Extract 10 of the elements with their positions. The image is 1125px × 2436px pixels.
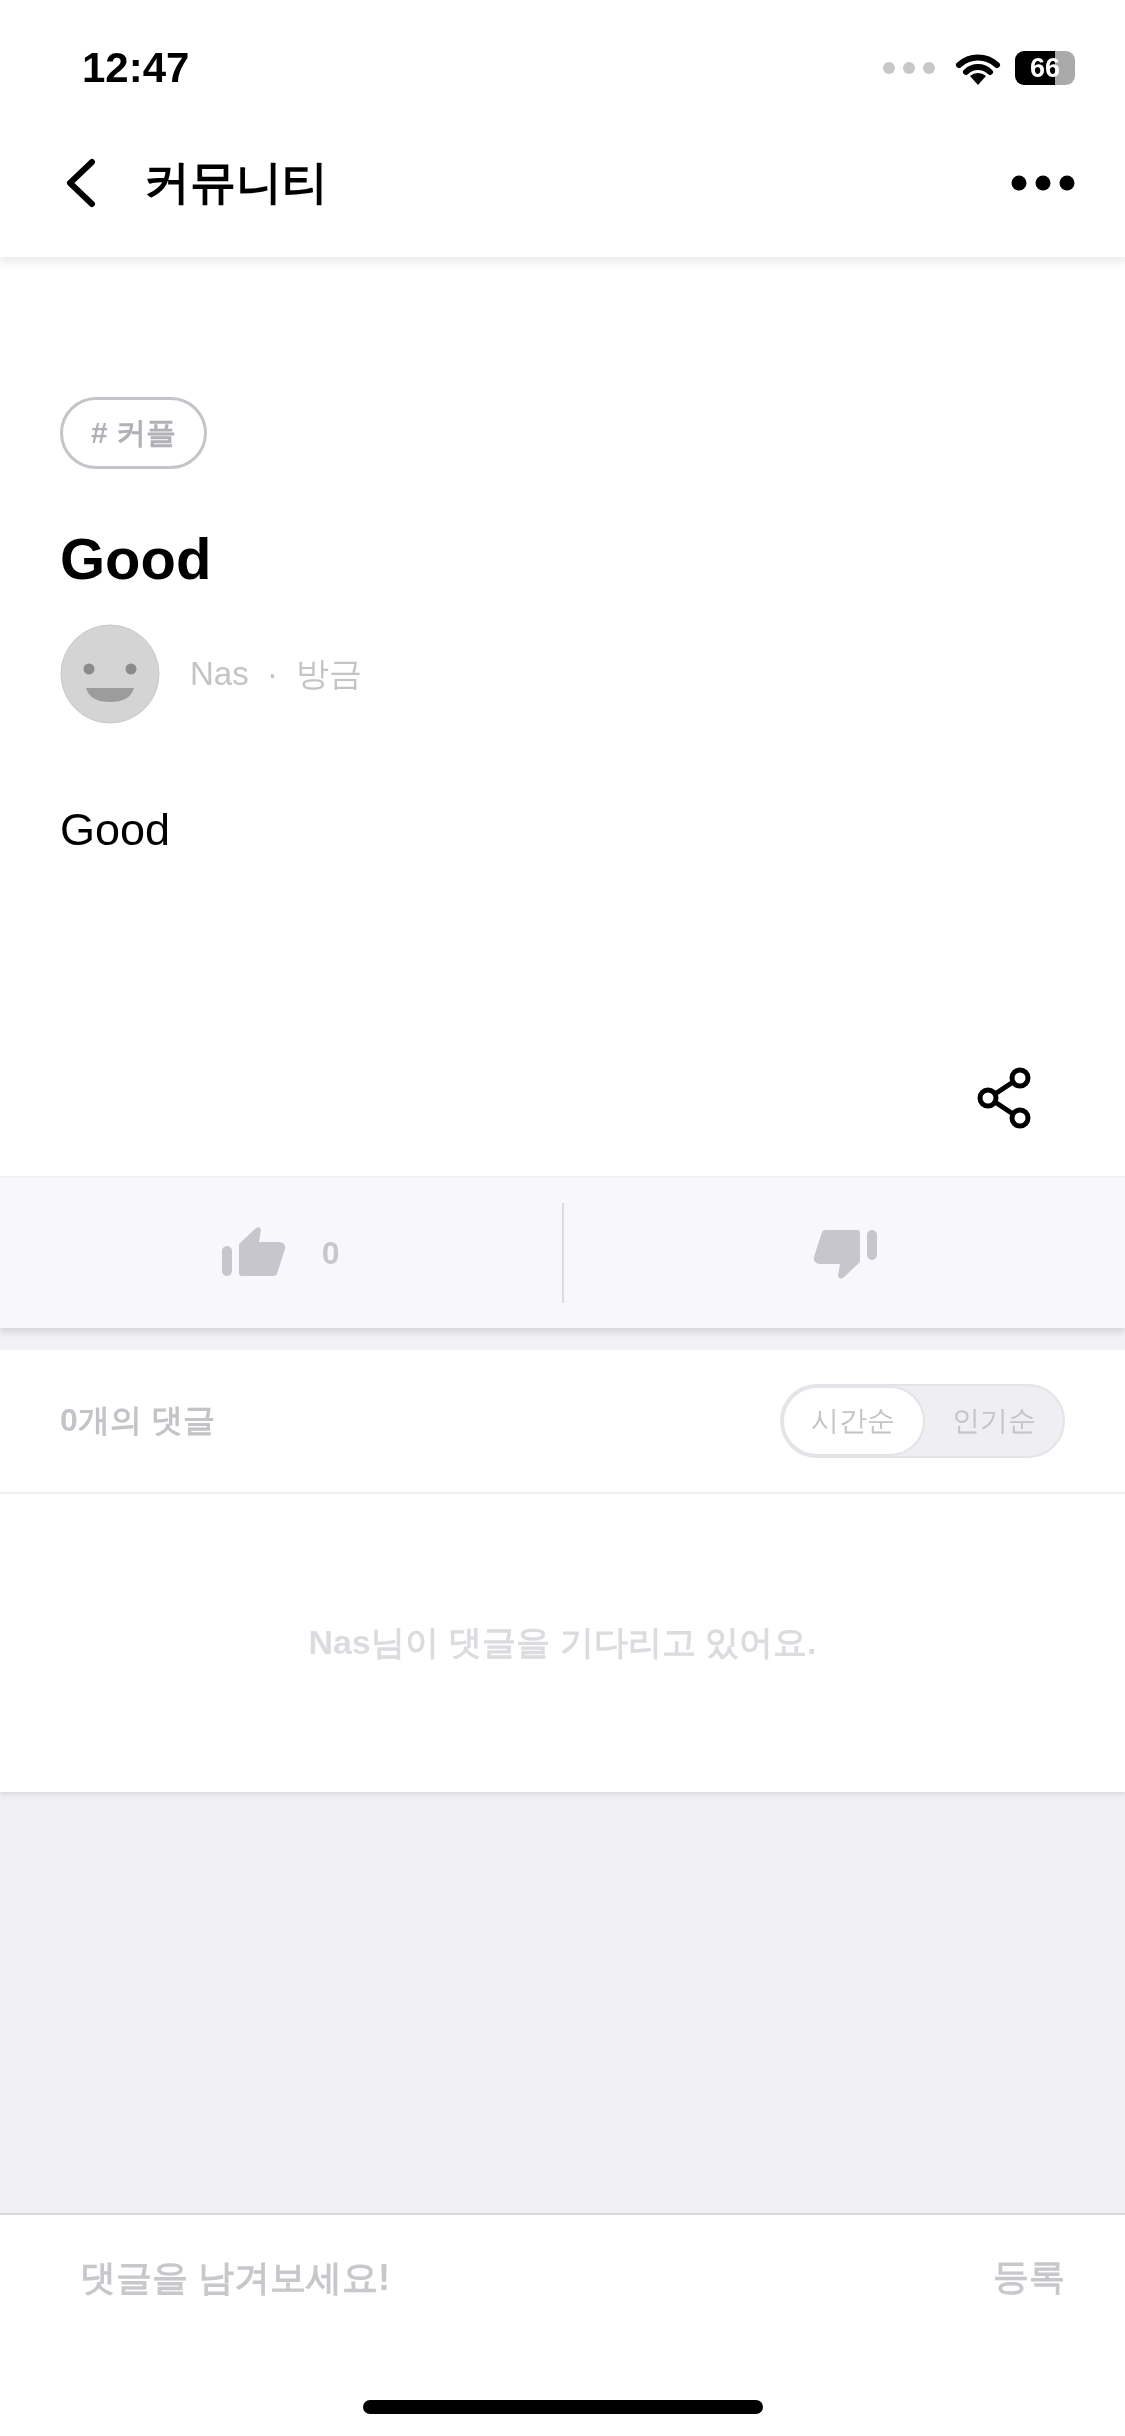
sort-tab[interactable]: 시간순 — [782, 1386, 925, 1456]
post-title: Good — [60, 525, 212, 592]
avatar-icon — [60, 624, 160, 724]
author-meta: Nas · 방금 — [190, 653, 363, 694]
status-time: 12:47 — [82, 44, 190, 92]
comment-count: 0개의 댓글 — [60, 1401, 215, 1440]
more-icon[interactable] — [1011, 174, 1075, 191]
post-body: Good — [60, 804, 171, 856]
page-title: 커뮤니티 — [144, 154, 329, 210]
topic-tag[interactable]: # 커플 — [60, 397, 208, 469]
